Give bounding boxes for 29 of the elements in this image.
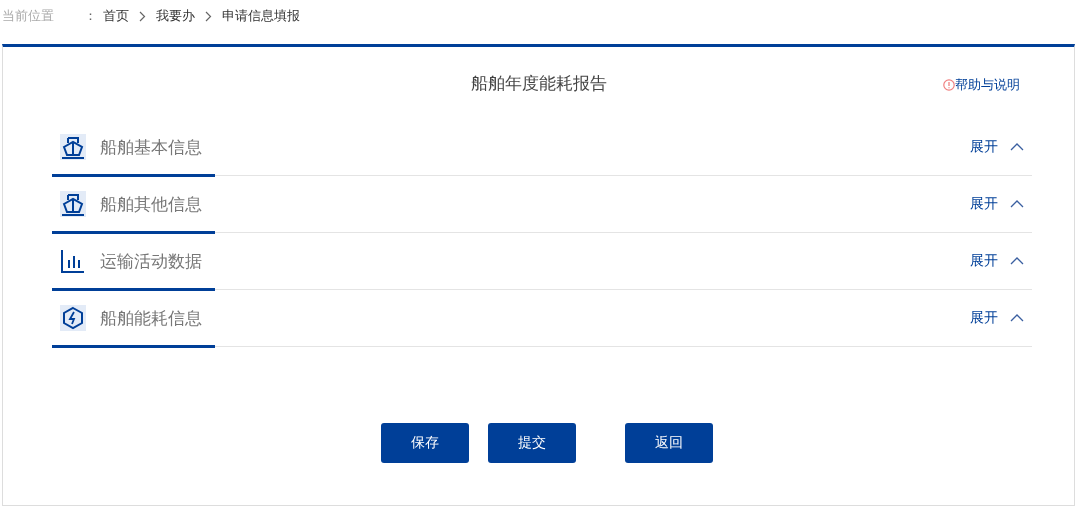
chevron-up-icon — [1010, 200, 1024, 208]
expand-toggle[interactable]: 展开 — [970, 195, 1032, 213]
section-title: 船舶其他信息 — [100, 192, 203, 216]
chevron-right-icon — [139, 10, 146, 22]
action-button[interactable]: 保存 — [381, 423, 469, 463]
ship-icon — [60, 191, 86, 217]
chevron-up-icon — [1010, 257, 1024, 265]
lightning-icon — [60, 305, 86, 331]
section-title: 船舶能耗信息 — [100, 306, 203, 330]
location-label: 当前位置 — [2, 7, 55, 25]
chevron-up-icon — [1010, 143, 1024, 151]
page-title: 船舶年度能耗报告 — [470, 71, 607, 95]
info-icon — [943, 79, 955, 91]
bar-chart-icon — [60, 248, 86, 274]
expand-toggle[interactable]: 展开 — [970, 138, 1032, 156]
back-button[interactable]: 返回 — [625, 423, 713, 463]
breadcrumb-item[interactable]: 申请信息填报 — [222, 7, 300, 25]
help-link[interactable]: 帮助与说明 — [943, 76, 1020, 94]
breadcrumb-item[interactable]: 我要办 — [156, 7, 195, 25]
expand-toggle[interactable]: 展开 — [970, 252, 1032, 270]
section-title: 运输活动数据 — [100, 249, 203, 273]
breadcrumb-item[interactable]: 首页 — [103, 7, 129, 25]
chevron-up-icon — [1010, 314, 1024, 322]
section-title: 船舶基本信息 — [100, 135, 203, 159]
expand-toggle[interactable]: 展开 — [970, 309, 1032, 327]
ship-icon — [60, 134, 86, 160]
colon: ： — [84, 7, 97, 25]
action-button[interactable]: 提交 — [488, 423, 576, 463]
chevron-right-icon — [205, 10, 212, 22]
